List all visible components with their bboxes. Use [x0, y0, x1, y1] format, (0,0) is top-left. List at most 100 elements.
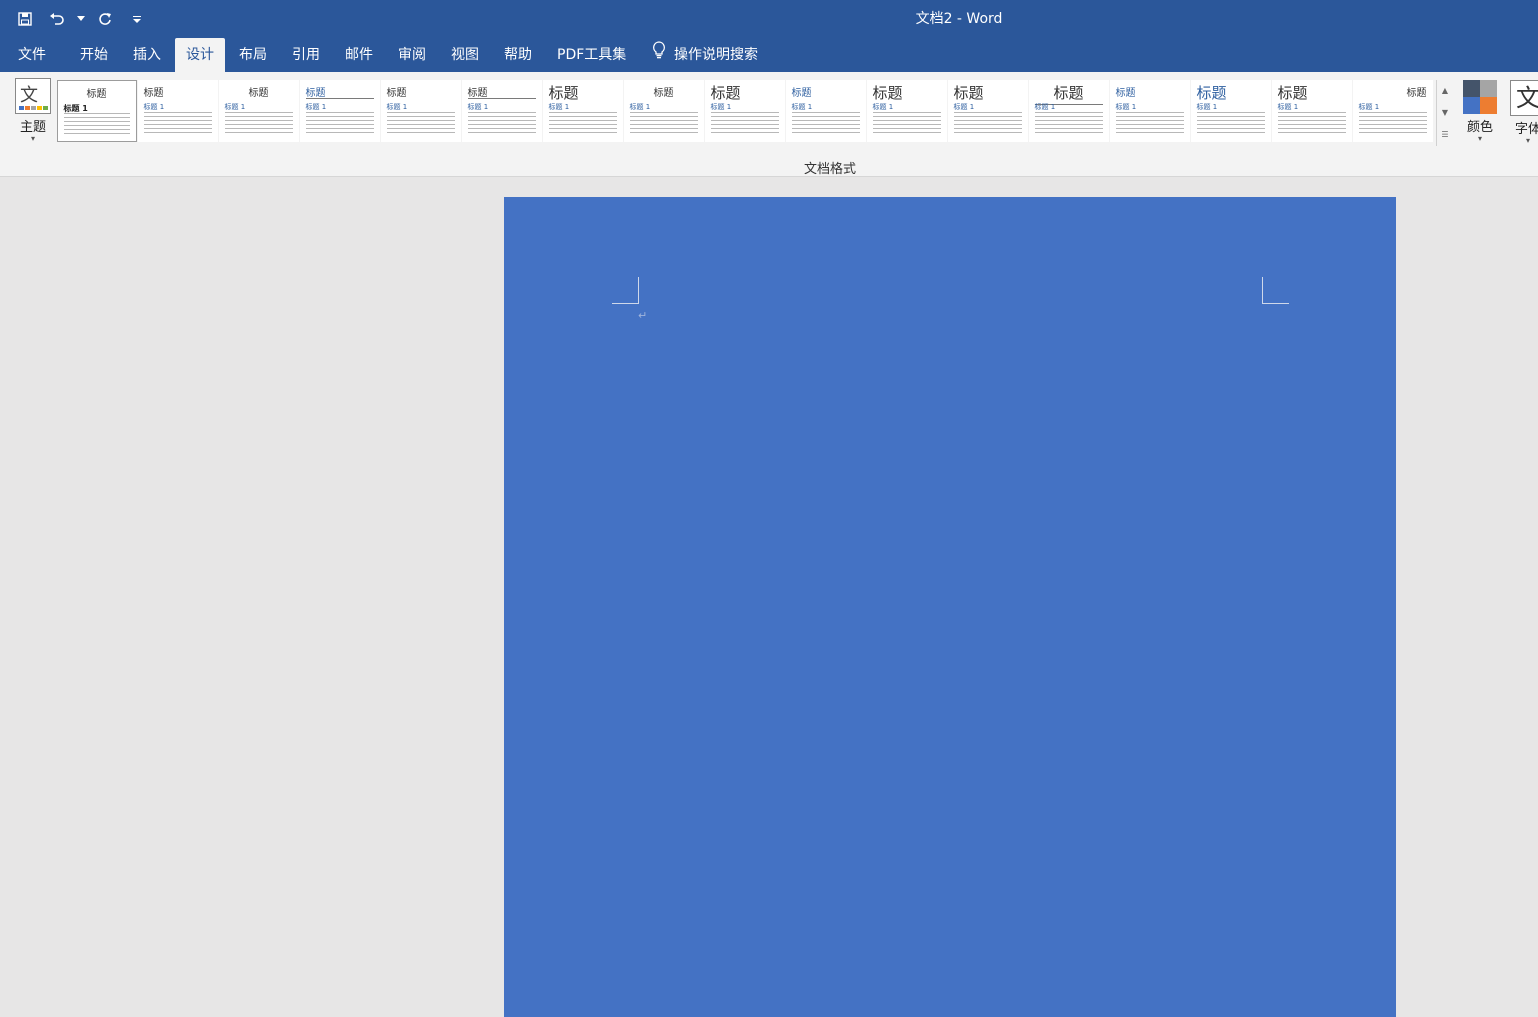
chevron-down-icon: ▾ — [1525, 136, 1530, 145]
tab-help[interactable]: 帮助 — [496, 38, 540, 72]
tab-pdf-tools[interactable]: PDF工具集 — [549, 38, 634, 72]
tab-design[interactable]: 设计 — [175, 38, 225, 72]
scroll-up-icon[interactable]: ▲ — [1437, 80, 1453, 102]
colors-label: 颜色 — [1466, 120, 1493, 135]
style-thumb-heading1: 标题 1 — [386, 103, 408, 111]
fonts-icon: 文 — [1510, 80, 1538, 116]
style-thumb-title: 标题 — [1196, 84, 1227, 102]
style-thumb-heading1: 标题 1 — [629, 103, 651, 111]
style-set-thumbnail[interactable]: 标题 标题 1 — [947, 80, 1028, 142]
themes-label: 主题 — [19, 120, 46, 135]
chevron-down-icon: ▾ — [1477, 134, 1482, 143]
style-set-thumbnail[interactable]: 标题标题 1 — [461, 80, 542, 142]
margin-corner-top-left — [612, 277, 639, 304]
style-thumb-title: 标题 — [548, 84, 579, 102]
window-title: 文档2 - Word — [915, 11, 1003, 27]
style-thumb-heading1: 标题 1 — [305, 103, 327, 111]
style-thumb-title: 标题 — [953, 84, 984, 102]
paragraph-mark-icon: ↵ — [638, 309, 648, 322]
style-set-gallery: 标题 标题 1 标题 标题 1 标题 标题 1 标题 标题 1 标题 标题 1 标题 标题 1 标题 标题… — [56, 80, 1436, 146]
style-thumb-title: 标题 — [467, 88, 488, 99]
tab-mailings[interactable]: 邮件 — [337, 38, 381, 72]
margin-corner-top-right — [1262, 277, 1289, 304]
style-thumb-title: 标题 — [1053, 84, 1084, 102]
ribbon-tabs: 文件 开始 插入 设计 布局 引用 邮件 审阅 视图 帮助 PDF工具集 操作说… — [0, 38, 1538, 72]
style-thumb-body-lines — [63, 113, 130, 137]
lightbulb-icon — [652, 38, 666, 72]
ribbon-design: 文 主题 ▾ 标题 标题 1 标题 标题 1 标题 标题 1 标题 标题 1 标题 标题 1 标题标… — [0, 72, 1538, 177]
style-set-thumbnail[interactable]: 标题标题 1 — [785, 80, 866, 142]
style-thumb-body-lines — [143, 112, 212, 136]
style-set-thumbnail[interactable]: 标题标题 1 — [137, 80, 218, 142]
chevron-down-icon: ▾ — [30, 134, 35, 143]
group-label-document-formatting: 文档格式 — [803, 162, 856, 177]
themes-icon: 文 — [15, 78, 51, 114]
style-thumb-rule — [467, 98, 536, 99]
style-set-thumbnail[interactable]: 标题 标题 1 — [1109, 80, 1190, 142]
style-set-thumbnail[interactable]: 标题 标题 1 — [542, 80, 623, 142]
style-thumb-heading1: 标题 1 — [1277, 103, 1299, 111]
themes-button[interactable]: 文 主题 ▾ — [12, 78, 54, 150]
style-thumb-body-lines — [791, 112, 860, 136]
style-thumb-heading1: 标题 1 — [872, 103, 894, 111]
fonts-button[interactable]: 文 字体 ▾ — [1508, 80, 1538, 152]
tab-layout[interactable]: 布局 — [231, 38, 275, 72]
style-thumb-title: 标题 — [1406, 88, 1427, 99]
style-thumb-heading1: 标题 1 — [467, 103, 489, 111]
style-set-thumbnail[interactable]: 标题 标题 1 — [299, 80, 380, 142]
style-set-thumbnail[interactable]: 标题 标题 1 — [623, 80, 704, 142]
style-thumb-rule — [305, 98, 374, 99]
style-thumb-body-lines — [872, 112, 941, 136]
style-thumb-body-lines — [1115, 112, 1184, 136]
style-thumb-heading1: 标题 1 — [1034, 103, 1056, 111]
style-set-thumbnail[interactable]: 标题 标题 1 — [56, 80, 137, 142]
style-thumb-title: 标题 — [791, 88, 812, 99]
style-thumb-title: 标题 — [86, 89, 107, 100]
style-thumb-body-lines — [386, 112, 455, 136]
style-thumb-title: 标题 — [653, 88, 674, 99]
style-set-thumbnail[interactable]: 标题标题 1 — [1352, 80, 1433, 142]
tab-review[interactable]: 审阅 — [390, 38, 434, 72]
style-thumb-body-lines — [224, 112, 293, 136]
style-set-thumbnail[interactable]: 标题 标题 1 — [218, 80, 299, 142]
scroll-down-icon[interactable]: ▼ — [1437, 102, 1453, 124]
style-thumb-title: 标题 — [1115, 88, 1136, 99]
tab-insert[interactable]: 插入 — [125, 38, 169, 72]
style-thumb-heading1: 标题 1 — [224, 103, 246, 111]
gallery-expand-icon[interactable]: ☰ — [1437, 124, 1453, 146]
title-bar: 文档2 - Word — [0, 0, 1538, 38]
style-thumb-body-lines — [1277, 112, 1346, 136]
style-thumb-body-lines — [1358, 112, 1427, 136]
fonts-label: 字体 — [1514, 122, 1538, 137]
style-set-thumbnail[interactable]: 标题 标题 1 — [1271, 80, 1352, 142]
style-set-thumbnail[interactable]: 标题 标题 1 — [1190, 80, 1271, 142]
document-canvas[interactable]: ↵ — [0, 177, 1538, 1017]
style-thumb-title: 标题 — [248, 88, 269, 99]
tab-home[interactable]: 开始 — [72, 38, 116, 72]
colors-button[interactable]: 颜色 ▾ — [1460, 80, 1500, 152]
style-thumb-body-lines — [305, 112, 374, 136]
style-thumb-heading1: 标题 1 — [143, 103, 165, 111]
style-thumb-body-lines — [1196, 112, 1265, 136]
style-thumb-body-lines — [548, 112, 617, 136]
style-thumb-heading1: 标题 1 — [1196, 103, 1218, 111]
gallery-scrollbar[interactable]: ▲ ▼ ☰ — [1436, 80, 1453, 146]
tell-me-search[interactable]: 操作说明搜索 — [644, 38, 766, 72]
style-thumb-title: 标题 — [386, 88, 407, 99]
style-set-thumbnail[interactable]: 标题 标题 1 — [866, 80, 947, 142]
style-thumb-body-lines — [467, 112, 536, 136]
document-page[interactable]: ↵ — [504, 197, 1396, 1017]
style-thumb-title: 标题 — [143, 88, 164, 99]
style-thumb-title: 标题 — [710, 84, 741, 102]
style-set-thumbnail[interactable]: 标题 标题 1 — [1028, 80, 1109, 142]
tab-references[interactable]: 引用 — [284, 38, 328, 72]
style-set-thumbnail[interactable]: 标题 标题 1 — [704, 80, 785, 142]
style-thumb-heading1: 标题 1 — [791, 103, 813, 111]
style-thumb-body-lines — [629, 112, 698, 136]
style-set-thumbnail[interactable]: 标题标题 1 — [380, 80, 461, 142]
tab-view[interactable]: 视图 — [443, 38, 487, 72]
style-thumb-heading1: 标题 1 — [710, 103, 732, 111]
tab-file[interactable]: 文件 — [10, 38, 54, 72]
style-thumb-heading1: 标题 1 — [1358, 103, 1380, 111]
style-thumb-heading1: 标题 1 — [548, 103, 570, 111]
